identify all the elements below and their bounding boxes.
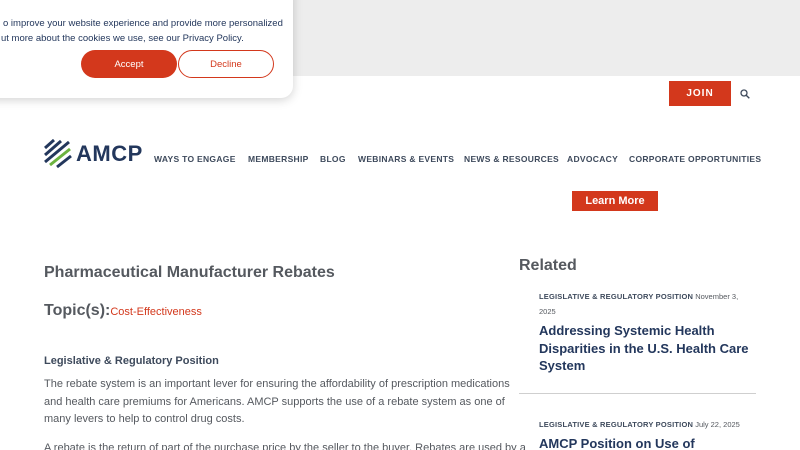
topics-row: Topic(s): Cost-Effectiveness: [44, 302, 202, 320]
related-item-category: LEGISLATIVE & REGULATORY POSITION: [539, 292, 694, 301]
logo-text: AMCP: [76, 141, 143, 166]
related-item-title[interactable]: Addressing Systemic Health Disparities i…: [539, 322, 749, 375]
article-paragraph-1: The rebate system is an important lever …: [44, 378, 510, 425]
learn-more-button[interactable]: Learn More: [572, 191, 658, 211]
related-heading: Related: [519, 257, 577, 274]
nav-news-resources[interactable]: NEWS & RESOURCES: [464, 154, 559, 164]
related-item[interactable]: LEGISLATIVE & REGULATORY POSITION Novemb…: [539, 289, 749, 375]
article-category: Legislative & Regulatory Position: [44, 355, 219, 367]
nav-membership[interactable]: MEMBERSHIP: [248, 154, 309, 164]
related-item-meta: LEGISLATIVE & REGULATORY POSITION July 2…: [539, 417, 749, 432]
related-item-title[interactable]: AMCP Position on Use of: [539, 435, 749, 450]
decline-cookies-button[interactable]: Decline: [178, 50, 274, 78]
nav-blog[interactable]: BLOG: [320, 154, 346, 164]
logo-mark-icon: [44, 139, 72, 169]
nav-webinars-events[interactable]: WEBINARS & EVENTS: [358, 154, 454, 164]
amcp-logo[interactable]: AMCP: [44, 139, 143, 169]
cookie-consent-banner: o improve your website experience and pr…: [0, 0, 293, 98]
nav-ways-to-engage[interactable]: WAYS TO ENGAGE: [154, 154, 236, 164]
related-item[interactable]: LEGISLATIVE & REGULATORY POSITION July 2…: [539, 417, 749, 450]
nav-corporate-opportunities[interactable]: CORPORATE OPPORTUNITIES: [629, 154, 761, 164]
join-button[interactable]: JOIN: [669, 81, 731, 106]
search-icon[interactable]: [740, 89, 750, 99]
cookie-message-line2[interactable]: ut more about the cookies we use, see ou…: [1, 31, 244, 46]
accept-cookies-button[interactable]: Accept: [81, 50, 177, 78]
topics-label: Topic(s):: [44, 302, 111, 319]
related-item-meta: LEGISLATIVE & REGULATORY POSITION Novemb…: [539, 289, 749, 319]
page-title: Pharmaceutical Manufacturer Rebates: [44, 264, 335, 281]
article-paragraph-2: A rebate is the return of part of the pu…: [44, 442, 526, 450]
cookie-message-line1: o improve your website experience and pr…: [3, 18, 283, 29]
related-item-category: LEGISLATIVE & REGULATORY POSITION: [539, 420, 694, 429]
related-item-date: July 22, 2025: [695, 420, 740, 429]
topic-link[interactable]: Cost-Effectiveness: [110, 306, 202, 318]
related-divider: [519, 393, 756, 394]
nav-advocacy[interactable]: ADVOCACY: [567, 154, 618, 164]
